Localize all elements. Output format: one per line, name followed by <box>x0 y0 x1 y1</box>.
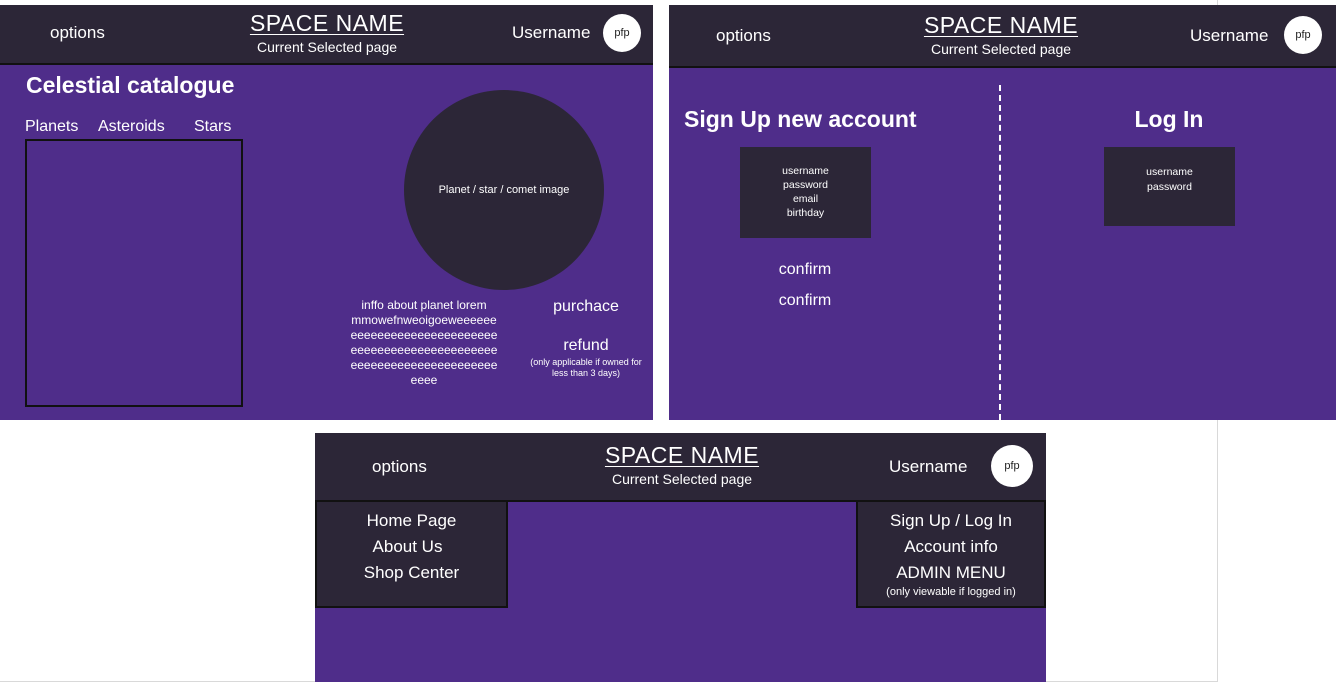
page-title: Celestial catalogue <box>26 72 235 98</box>
menu-item-account-info[interactable]: Account info <box>858 534 1044 560</box>
refund-button[interactable]: refund <box>526 337 646 355</box>
password-field[interactable]: password <box>740 178 871 192</box>
login-form[interactable]: username password <box>1104 147 1235 226</box>
email-field[interactable]: email <box>740 192 871 206</box>
space-name[interactable]: SPACE NAME <box>227 10 427 37</box>
user-dropdown-menu: Sign Up / Log In Account info ADMIN MENU… <box>856 502 1046 608</box>
username-field[interactable]: username <box>740 164 871 178</box>
menu-item-shop-center[interactable]: Shop Center <box>317 560 506 586</box>
space-name[interactable]: SPACE NAME <box>582 442 782 469</box>
auth-mockup: options SPACE NAME Current Selected page… <box>669 5 1336 420</box>
info-line: inffo about planet lorem <box>361 298 487 312</box>
profile-avatar[interactable]: pfp <box>603 14 641 52</box>
username-label[interactable]: Username <box>889 457 967 477</box>
vertical-divider <box>999 85 1001 420</box>
profile-avatar[interactable]: pfp <box>1284 16 1322 54</box>
menu-mockup: options SPACE NAME Current Selected page… <box>315 433 1046 682</box>
catalogue-mockup: options SPACE NAME Current Selected page… <box>0 5 653 420</box>
current-page-label: Current Selected page <box>256 39 398 55</box>
signup-title: Sign Up new account <box>684 106 917 132</box>
info-line: eeeeeeeeeeeeeeeeeeeeee <box>350 358 498 372</box>
username-label[interactable]: Username <box>1190 26 1268 46</box>
options-dropdown-menu: Home Page About Us Shop Center <box>315 502 508 608</box>
tab-planets[interactable]: Planets <box>25 118 78 136</box>
info-line: eeeeeeeeeeeeeeeeeeeeee <box>350 328 498 342</box>
confirm-button[interactable]: confirm <box>755 261 855 279</box>
menu-item-sign-up-log-in[interactable]: Sign Up / Log In <box>858 508 1044 534</box>
celestial-image-placeholder: Planet / star / comet image <box>404 90 604 290</box>
login-title: Log In <box>1134 106 1204 132</box>
options-button[interactable]: options <box>50 23 105 43</box>
options-button[interactable]: options <box>716 26 771 46</box>
planet-info-text: inffo about planet lorem mmowefnweoigoew… <box>334 298 514 388</box>
current-page-label: Current Selected page <box>611 471 753 487</box>
top-header: options SPACE NAME Current Selected page… <box>0 5 653 65</box>
top-header: options SPACE NAME Current Selected page… <box>315 433 1046 502</box>
site-title: SPACE NAME Current Selected page <box>582 442 782 487</box>
refund-note-line: (only applicable if owned for <box>530 357 642 367</box>
username-label[interactable]: Username <box>512 23 590 43</box>
admin-menu-note: (only viewable if logged in) <box>886 586 1016 598</box>
signup-form[interactable]: username password email birthday <box>740 147 871 238</box>
purchase-button[interactable]: purchace <box>526 298 646 316</box>
refund-note-line: less than 3 days) <box>551 368 621 379</box>
catalogue-list-box[interactable] <box>25 139 243 407</box>
username-field[interactable]: username <box>1104 165 1235 180</box>
menu-item-about-us[interactable]: About Us <box>317 534 506 560</box>
profile-avatar[interactable]: pfp <box>991 445 1033 487</box>
password-field[interactable]: password <box>1104 180 1235 195</box>
image-placeholder-label: Planet / star / comet image <box>438 184 570 196</box>
info-line: eeeeeeeeeeeeeeeeeeeeee <box>350 343 498 357</box>
menu-item-admin-menu[interactable]: ADMIN MENU <box>858 560 1044 586</box>
tab-asteroids[interactable]: Asteroids <box>98 118 165 136</box>
current-page-label: Current Selected page <box>930 41 1072 57</box>
site-title: SPACE NAME Current Selected page <box>227 10 427 55</box>
refund-note: (only applicable if owned for less than … <box>516 357 653 380</box>
site-title: SPACE NAME Current Selected page <box>901 12 1101 57</box>
birthday-field[interactable]: birthday <box>740 206 871 220</box>
top-header: options SPACE NAME Current Selected page… <box>669 5 1336 68</box>
info-line: eeee <box>410 373 438 387</box>
menu-item-home-page[interactable]: Home Page <box>317 508 506 534</box>
options-button[interactable]: options <box>372 457 427 477</box>
info-line: mmowefnweoigoeweeeeee <box>351 313 497 327</box>
tab-stars[interactable]: Stars <box>194 118 231 136</box>
space-name[interactable]: SPACE NAME <box>901 12 1101 39</box>
confirm-button[interactable]: confirm <box>755 292 855 310</box>
